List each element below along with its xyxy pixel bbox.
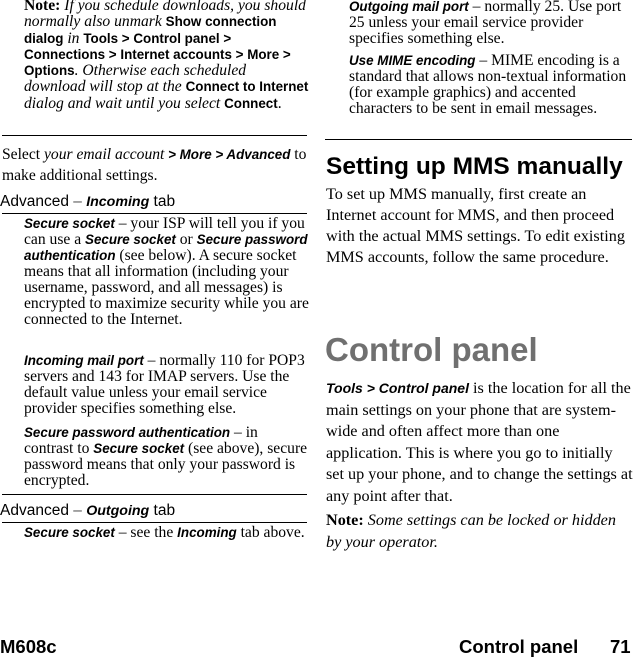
incoming-tab-heading: Advanced – Incoming tab [0, 193, 176, 210]
control-panel-paragraph: Tools > Control panel is the location fo… [326, 379, 633, 505]
mms-paragraph: To set up MMS manually, first create an … [326, 185, 625, 266]
note-download: Note: If you schedule downloads, you sho… [24, 0, 309, 112]
item-outgoing-secure-socket: Secure socket – see the Incoming tab abo… [24, 524, 305, 541]
footer-section: Control panel [459, 636, 579, 657]
item-outgoing-mail-port: Outgoing mail port – normally 25. Use po… [349, 0, 622, 47]
item-secure-password-authentication: Secure password authentication – in cont… [24, 424, 308, 489]
item-secure-socket: Secure socket – your ISP will tell you i… [24, 215, 309, 328]
item-incoming-mail-port: Incoming mail port – normally 110 for PO… [24, 352, 305, 417]
section-heading-mms: Setting up MMS manually [326, 153, 623, 180]
divider [2, 494, 307, 496]
divider [325, 139, 632, 141]
note-operator: Note: Some settings can be locked or hid… [326, 511, 616, 551]
note-label: Note: [326, 511, 364, 529]
item-use-mime-encoding: Use MIME encoding – MIME encoding is a s… [349, 52, 627, 117]
note-label: Note: [24, 0, 61, 14]
outgoing-tab-heading: Advanced – Outgoing tab [0, 502, 176, 519]
footer-page-number: 71 [610, 636, 631, 657]
footer-model: M608c [0, 636, 57, 657]
select-paragraph: Select your email account > More > Advan… [2, 146, 307, 184]
chapter-heading: Control panel [325, 331, 538, 368]
divider [2, 135, 307, 137]
